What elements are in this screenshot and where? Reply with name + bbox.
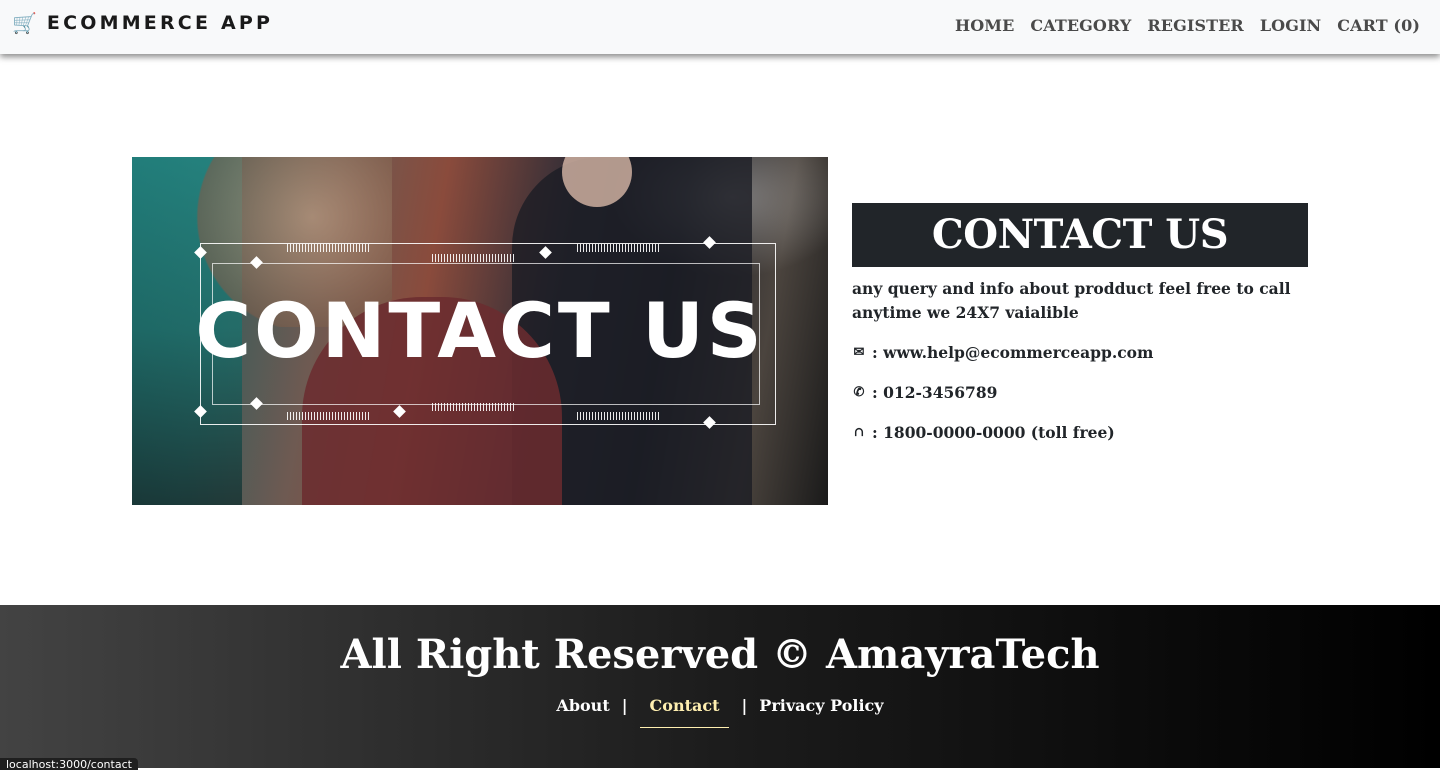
contact-tollfree: ∩ : 1800-0000-0000 (toll free) [852,421,1308,445]
footer-about-link[interactable]: About [556,693,609,719]
brand-link[interactable]: 🛒 ECOMMERCE APP [12,11,273,35]
cart-icon: 🛒 [12,11,37,35]
footer-privacy-link[interactable]: Privacy Policy [759,693,883,719]
brand-name: ECOMMERCE APP [46,12,274,34]
mail-icon: ✉ [853,345,865,360]
headset-icon: ∩ [853,425,865,440]
status-url: localhost:3000/contact [0,758,138,771]
contact-description: any query and info about prodduct feel f… [852,279,1291,322]
footer-contact-link[interactable]: Contact [639,693,730,728]
image-dash [287,412,371,420]
contact-phone-text: : 012-3456789 [872,383,998,402]
nav-login-link[interactable]: LOGIN [1260,15,1321,37]
contact-info: CONTACT US any query and info about prod… [852,203,1308,445]
image-dash [287,244,371,252]
nav-cart-link[interactable]: CART (0) [1337,15,1420,37]
nav-links: HOME CATEGORY REGISTER LOGIN CART (0) [955,15,1420,37]
navbar: 🛒 ECOMMERCE APP HOME CATEGORY REGISTER L… [0,0,1440,54]
contact-heading: CONTACT US [852,203,1308,267]
footer: All Right Reserved © AmayraTech About | … [0,605,1440,768]
contact-hero-image: CONTACT US [132,157,828,505]
contact-tollfree-text: : 1800-0000-0000 (toll free) [872,423,1115,442]
contact-email-text: : www.help@ecommerceapp.com [872,343,1154,362]
nav-home-link[interactable]: HOME [955,15,1014,37]
footer-links: About | Contact | Privacy Policy [0,693,1440,728]
footer-separator: | [741,696,748,715]
image-dash [577,412,661,420]
hero-image-text: CONTACT US [195,286,765,375]
footer-copyright: All Right Reserved © AmayraTech [340,631,1100,678]
image-dash [432,254,516,262]
image-dash [577,244,661,252]
nav-register-link[interactable]: REGISTER [1147,15,1243,37]
phone-icon: ✆ [853,385,865,400]
footer-separator: | [621,696,628,715]
contact-phone: ✆ : 012-3456789 [852,381,1308,405]
contact-email: ✉ : www.help@ecommerceapp.com [852,341,1308,365]
nav-category-link[interactable]: CATEGORY [1030,15,1131,37]
image-dash [432,403,516,411]
